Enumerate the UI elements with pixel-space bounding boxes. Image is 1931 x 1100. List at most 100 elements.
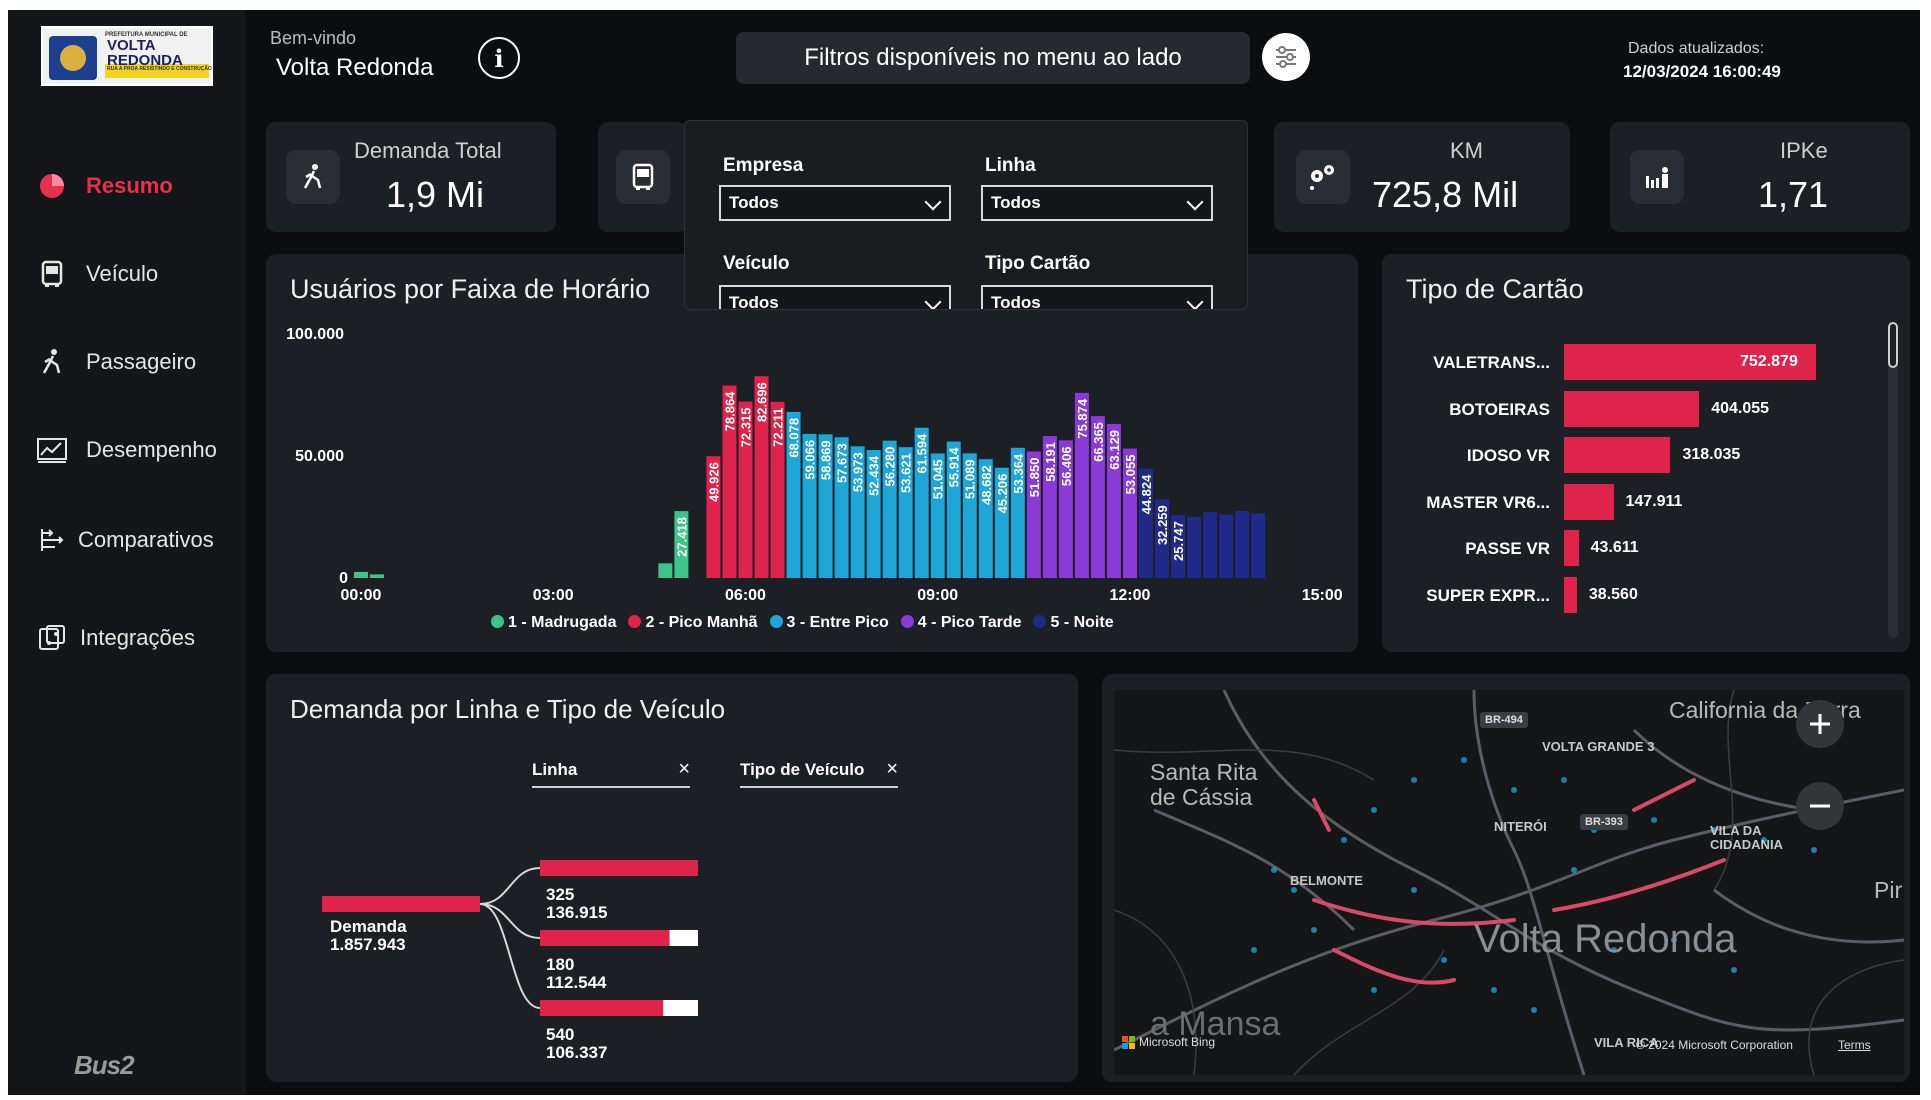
filter-sliders-icon[interactable] (1262, 33, 1310, 81)
category-bar[interactable] (1564, 483, 1614, 520)
tree-root-bar[interactable] (322, 896, 480, 912)
sidebar-item-comparativos[interactable]: Comparativos (36, 520, 214, 560)
kpi-card-km: KM 725,8 Mil (1274, 122, 1570, 232)
map-place-label: Santa Rita de Cássia (1150, 759, 1258, 810)
sidebar-item-resumo[interactable]: Resumo (36, 166, 173, 206)
category-label: PASSE VR (1465, 539, 1550, 558)
pie-chart-icon (36, 170, 68, 202)
tree-node-name: 325 (546, 885, 575, 904)
kpi-card-veiculos (598, 122, 688, 232)
chart-bar[interactable] (1251, 513, 1266, 578)
bar-value-label: 45.206 (995, 474, 1010, 514)
bar-value-label: 318.035 (1682, 446, 1741, 463)
sidebar-item-label: Comparativos (78, 527, 214, 552)
map-copyright: © 2024 Microsoft Corporation (1636, 1038, 1793, 1052)
kpi-label: IPKe (1780, 138, 1828, 163)
terms-link[interactable]: Terms (1838, 1038, 1871, 1052)
veiculo-dropdown[interactable]: Todos (719, 285, 951, 309)
windows-logo-icon (1122, 1035, 1135, 1049)
bar-value-label: 75.874 (1075, 398, 1090, 439)
compare-icon (36, 524, 68, 556)
bar-value-label: 53.055 (1123, 455, 1138, 495)
bar-value-label: 63.129 (1107, 430, 1122, 470)
scrollbar-thumb[interactable] (1888, 322, 1898, 368)
sidebar-item-passageiro[interactable]: Passageiro (36, 342, 196, 382)
map-city-label: Volta Redonda (1474, 917, 1737, 961)
legend-item[interactable]: 1 - Madrugada (491, 614, 616, 632)
category-bar[interactable] (1564, 576, 1577, 613)
linha-dropdown[interactable]: Todos (981, 185, 1213, 221)
sidebar-item-integracoes[interactable]: Integrações (36, 618, 195, 658)
map-place-label: VILA DA CIDADANIA (1710, 823, 1783, 852)
legend-item[interactable]: 3 - Entre Pico (769, 614, 889, 632)
chart-bar[interactable] (1203, 512, 1218, 578)
y-tick-label: 50.000 (295, 448, 344, 465)
tree-node-bar[interactable] (540, 1000, 664, 1016)
category-label: IDOSO VR (1466, 446, 1550, 465)
bar-value-label: 55.914 (947, 447, 962, 488)
legend-dot (628, 615, 642, 628)
card-type-chart-card: Tipo de Cartão VALETRANS... 752.879 BOTOEI… (1382, 254, 1910, 652)
bar-value-label: 53.364 (1011, 453, 1026, 494)
bar-value-label: 43.611 (1590, 539, 1639, 556)
integration-icon (36, 622, 68, 654)
bar-value-label: 25.747 (1171, 521, 1186, 561)
chart-bar[interactable] (658, 563, 673, 578)
chart-legend: 1 - Madrugada 2 - Pico Manhã 3 - Entre P… (491, 614, 1114, 632)
hourly-bar-chart: 0 50.000 100.000 00:00 03:00 06:00 09:00 12:00 1… (286, 326, 1343, 604)
kpi-value: 1,71 (1758, 174, 1829, 215)
zoom-out-button[interactable] (1796, 782, 1844, 830)
kpi-value: 1,9 Mi (386, 174, 485, 215)
x-tick-label: 12:00 (1109, 587, 1150, 604)
category-bar[interactable] (1564, 390, 1700, 427)
walking-person-icon (36, 346, 68, 378)
sidebar-item-desempenho[interactable]: Desempenho (36, 430, 217, 470)
x-tick-label: 15:00 (1302, 587, 1343, 604)
legend-dot (1033, 615, 1047, 628)
filter-label-empresa: Empresa (723, 155, 804, 176)
chart-bar[interactable] (1187, 517, 1202, 578)
chart-bar[interactable] (354, 571, 368, 578)
empresa-dropdown[interactable]: Todos (719, 185, 951, 221)
bar-value-label: 57.673 (835, 443, 850, 483)
x-tick-label: 09:00 (917, 587, 958, 604)
category-bar[interactable] (1564, 530, 1579, 566)
tree-node-bar[interactable] (540, 930, 670, 946)
bar-value-label: 49.926 (706, 462, 721, 502)
walking-person-icon (286, 150, 340, 204)
tree-node-name: 540 (546, 1025, 575, 1044)
chevron-down-icon (1186, 293, 1204, 309)
info-icon[interactable]: i (478, 37, 520, 79)
legend-dot (900, 615, 914, 628)
zoom-in-button[interactable] (1796, 700, 1844, 748)
chart-bar[interactable] (1235, 510, 1250, 578)
scrollbar[interactable] (1888, 322, 1898, 638)
bar-value-label: 51.045 (931, 459, 946, 499)
legend-item[interactable]: 5 - Noite (1033, 614, 1114, 632)
filter-label-tipo-cartao: Tipo Cartão (985, 253, 1091, 274)
tree-link (479, 867, 541, 905)
sidebar-item-label: Resumo (86, 173, 173, 198)
card-type-bar-chart: VALETRANS... 752.879 BOTOEIRAS 404.055 IDOSO… (1382, 254, 1910, 652)
legend-item[interactable]: 4 - Pico Tarde (900, 614, 1021, 632)
sidebar-item-veiculo[interactable]: Veículo (36, 254, 158, 294)
filter-label-veiculo: Veículo (723, 253, 790, 274)
category-bar[interactable] (1564, 437, 1671, 473)
tree-node-bar[interactable] (540, 860, 698, 876)
sidebar-item-label: Integrações (80, 625, 195, 650)
bar-value-label: 53.621 (899, 453, 914, 493)
chart-bar[interactable] (370, 574, 385, 578)
bar-value-label: 72.211 (771, 408, 786, 447)
y-tick-label: 0 (339, 570, 348, 587)
kpi-label: KM (1450, 138, 1483, 163)
legend-item[interactable]: 2 - Pico Manhã (628, 614, 758, 632)
tipo-cartao-dropdown[interactable]: Todos (981, 285, 1213, 309)
sidebar: PREFEITURA MUNICIPAL DE VOLTA REDONDA RU… (8, 10, 246, 1095)
x-tick-label: 06:00 (725, 587, 766, 604)
route-map[interactable]: California da Barra Santa Rita de Cássia… (1114, 690, 1904, 1075)
bar-value-label: 51.089 (963, 459, 978, 499)
category-label: BOTOEIRAS (1449, 399, 1550, 419)
map-place-label: BELMONTE (1290, 873, 1363, 888)
chart-bar[interactable] (1219, 514, 1234, 578)
bar-value-label: 68.078 (787, 418, 802, 458)
